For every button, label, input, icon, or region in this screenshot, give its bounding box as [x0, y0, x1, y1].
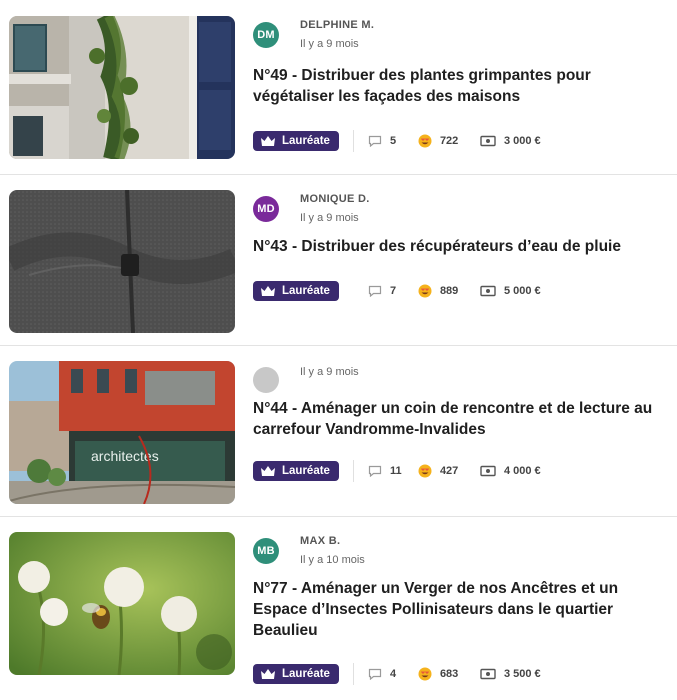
street-corner-building-photo: architectes [9, 361, 235, 504]
comments-value: 4 [389, 668, 397, 680]
project-image[interactable] [9, 16, 235, 159]
project-footer: Lauréate 5 722 3 000 € [253, 130, 541, 152]
badge-label: Lauréate [282, 668, 330, 680]
comment-icon [368, 668, 382, 680]
divider [352, 663, 354, 685]
comments-count[interactable]: 7 [368, 285, 418, 297]
comments-value: 5 [389, 135, 397, 147]
comment-icon [368, 465, 382, 477]
budget-value: 5 000 € [503, 285, 541, 297]
laureate-badge: Lauréate [253, 664, 339, 684]
crown-icon [261, 466, 275, 476]
budget-value: 3 000 € [503, 135, 541, 147]
project-card[interactable]: architectes Il y a 9 mois N°44 - Aménage… [0, 345, 677, 517]
banknote-icon [480, 285, 496, 297]
budget-amount: 3 000 € [480, 135, 541, 147]
banknote-icon [480, 465, 496, 477]
laureate-badge: Lauréate [253, 281, 339, 301]
budget-value: 4 000 € [503, 465, 541, 477]
project-image[interactable]: architectes [9, 361, 235, 504]
crown-icon [261, 669, 275, 679]
project-title[interactable]: N°43 - Distribuer des récupérateurs d’ea… [253, 236, 663, 257]
crown-icon [261, 286, 275, 296]
post-date: Il y a 10 mois [300, 554, 365, 566]
comment-icon [368, 135, 382, 147]
divider [352, 460, 354, 482]
post-date: Il y a 9 mois [300, 212, 359, 224]
budget-amount: 5 000 € [480, 285, 541, 297]
comments-value: 11 [389, 465, 402, 477]
laureate-badge: Lauréate [253, 131, 339, 151]
divider [352, 130, 354, 152]
crown-icon [261, 136, 275, 146]
comment-icon [368, 285, 382, 297]
rain-barrel-lid-photo [9, 190, 235, 333]
project-image[interactable] [9, 190, 235, 333]
project-title[interactable]: N°77 - Aménager un Verger de nos Ancêtre… [253, 578, 663, 641]
project-image[interactable] [9, 532, 235, 675]
likes-value: 722 [439, 135, 459, 147]
author-name[interactable]: DELPHINE M. [300, 19, 374, 31]
banknote-icon [480, 668, 496, 680]
badge-label: Lauréate [282, 465, 330, 477]
project-footer: Lauréate 7 889 5 000 € [253, 280, 541, 302]
comments-count[interactable]: 5 [368, 135, 418, 147]
likes-value: 889 [439, 285, 459, 297]
avatar[interactable]: MB [253, 538, 279, 564]
heart-eyes-icon [418, 667, 432, 681]
budget-amount: 3 500 € [480, 668, 541, 680]
clover-flowers-bee-photo [9, 532, 235, 675]
likes-value: 427 [439, 465, 459, 477]
likes-count[interactable]: 889 [418, 284, 480, 298]
laureate-badge: Lauréate [253, 461, 339, 481]
post-date: Il y a 9 mois [300, 38, 359, 50]
project-title[interactable]: N°49 - Distribuer des plantes grimpantes… [253, 65, 663, 107]
heart-eyes-icon [418, 284, 432, 298]
project-footer: Lauréate 11 427 4 000 € [253, 460, 541, 482]
likes-count[interactable]: 427 [418, 464, 480, 478]
project-card[interactable]: MD MONIQUE D. Il y a 9 mois N°43 - Distr… [0, 174, 677, 346]
facade-climbing-plant-photo [9, 16, 235, 159]
badge-label: Lauréate [282, 135, 330, 147]
banknote-icon [480, 135, 496, 147]
avatar[interactable]: DM [253, 22, 279, 48]
heart-eyes-icon [418, 464, 432, 478]
avatar-placeholder[interactable] [253, 367, 279, 393]
project-card[interactable]: DM DELPHINE M. Il y a 9 mois N°49 - Dist… [0, 0, 677, 175]
avatar[interactable]: MD [253, 196, 279, 222]
project-card[interactable]: MB MAX B. Il y a 10 mois N°77 - Aménager… [0, 516, 677, 700]
heart-eyes-icon [418, 134, 432, 148]
badge-label: Lauréate [282, 285, 330, 297]
project-title[interactable]: N°44 - Aménager un coin de rencontre et … [253, 398, 663, 440]
project-footer: Lauréate 4 683 3 500 € [253, 663, 541, 685]
likes-value: 683 [439, 668, 459, 680]
likes-count[interactable]: 683 [418, 667, 480, 681]
budget-value: 3 500 € [503, 668, 541, 680]
comments-value: 7 [389, 285, 397, 297]
likes-count[interactable]: 722 [418, 134, 480, 148]
post-date: Il y a 9 mois [300, 366, 359, 378]
author-name[interactable]: MONIQUE D. [300, 193, 370, 205]
comments-count[interactable]: 4 [368, 668, 418, 680]
comments-count[interactable]: 11 [368, 465, 418, 477]
budget-amount: 4 000 € [480, 465, 541, 477]
author-name[interactable]: MAX B. [300, 535, 340, 547]
